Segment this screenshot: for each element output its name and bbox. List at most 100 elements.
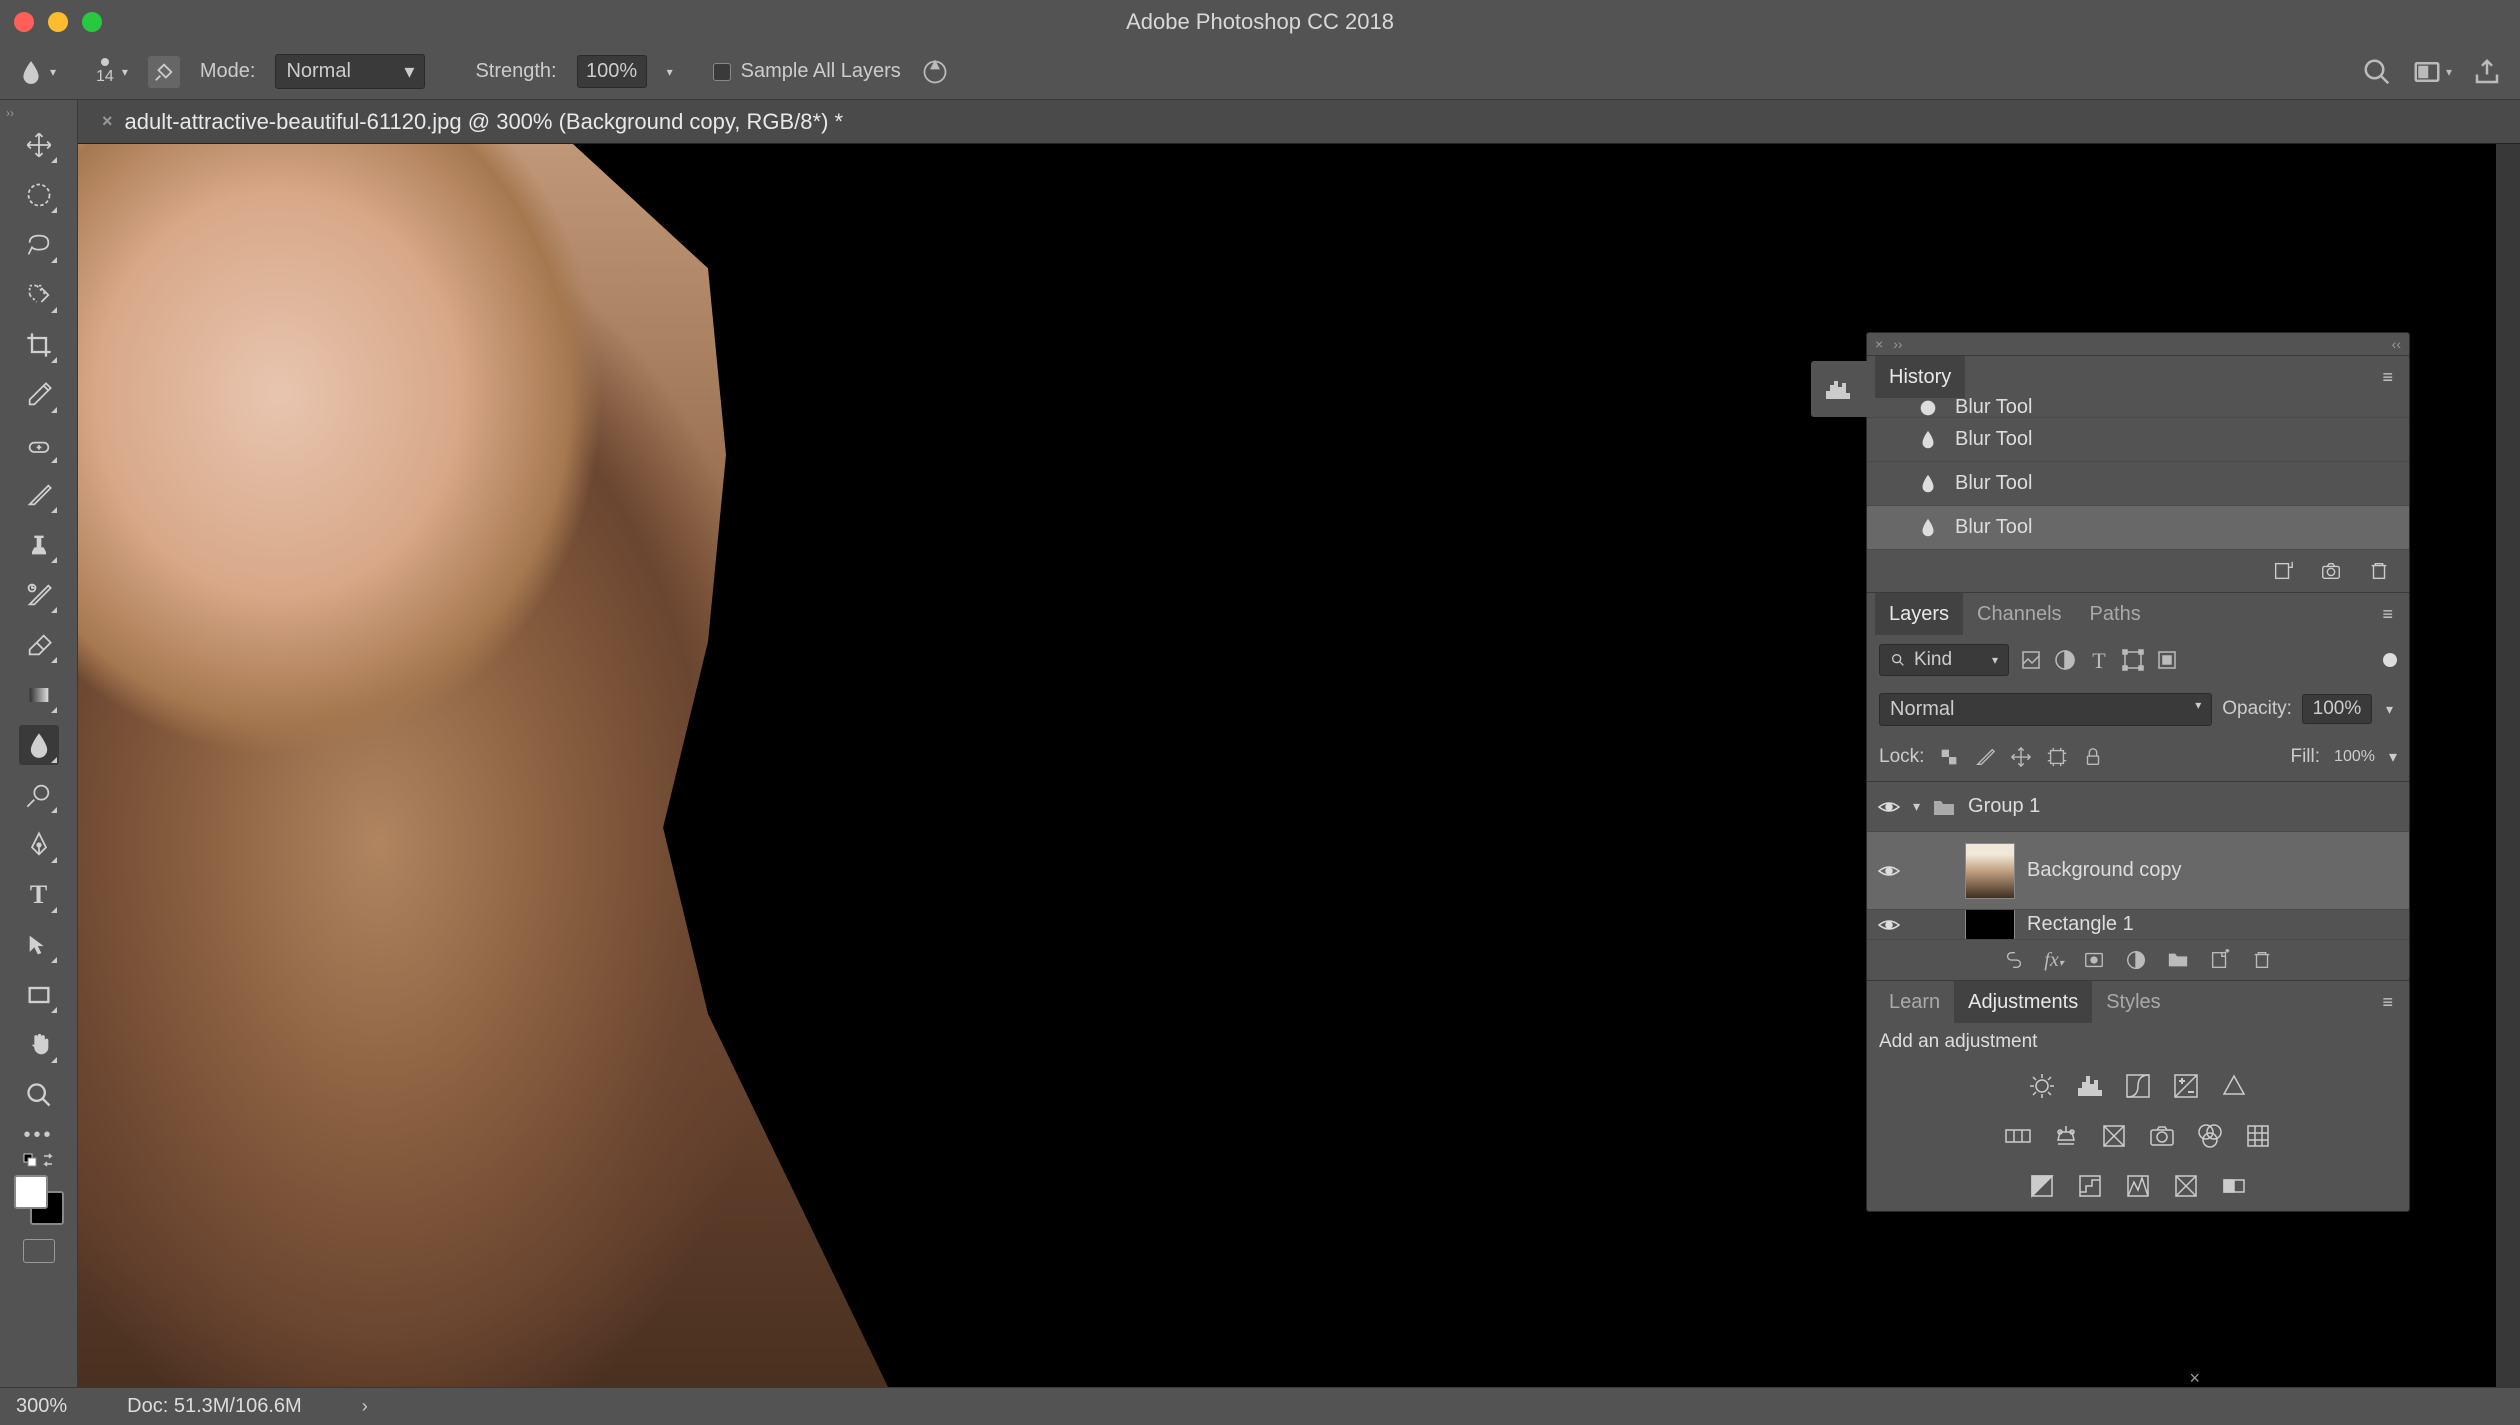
expand-group-icon[interactable]: ▾ <box>1913 798 1920 815</box>
black-white-icon[interactable] <box>2100 1122 2128 1150</box>
type-tool[interactable]: T <box>19 875 59 915</box>
history-tab[interactable]: History <box>1875 356 1965 398</box>
close-timeline-icon[interactable]: × <box>2189 1368 2200 1389</box>
filter-smart-icon[interactable] <box>2155 648 2179 672</box>
layer-row[interactable]: Background copy <box>1867 832 2409 910</box>
search-icon[interactable] <box>2362 57 2392 87</box>
selective-color-icon[interactable] <box>2172 1172 2200 1200</box>
link-layers-icon[interactable] <box>2002 949 2026 971</box>
photo-filter-icon[interactable] <box>2148 1122 2176 1150</box>
filter-kind-select[interactable]: Kind ▾ <box>1879 644 2009 676</box>
path-selection-tool[interactable] <box>19 925 59 965</box>
posterize-icon[interactable] <box>2076 1172 2104 1200</box>
clone-stamp-tool[interactable] <box>19 525 59 565</box>
new-group-icon[interactable] <box>2166 949 2190 971</box>
history-item[interactable]: Blur Tool <box>1867 398 2409 418</box>
channels-tab[interactable]: Channels <box>1963 593 2076 635</box>
swap-colors-icon[interactable] <box>41 1153 55 1167</box>
gradient-map-icon[interactable] <box>2220 1172 2248 1200</box>
screen-mode-button[interactable]: ▾ <box>2412 57 2452 87</box>
edit-toolbar-button[interactable]: ••• <box>0 1120 77 1151</box>
new-doc-from-state-icon[interactable] <box>2271 560 2295 582</box>
close-tab-button[interactable]: × <box>102 111 113 132</box>
share-icon[interactable] <box>2472 57 2502 87</box>
gradient-tool[interactable] <box>19 675 59 715</box>
invert-icon[interactable] <box>2028 1172 2056 1200</box>
trash-icon[interactable] <box>2367 560 2391 582</box>
layer-thumbnail[interactable] <box>1965 843 2015 899</box>
histogram-panel-icon[interactable] <box>1811 361 1867 417</box>
rectangle-tool[interactable] <box>19 975 59 1015</box>
paths-tab[interactable]: Paths <box>2076 593 2155 635</box>
history-item[interactable]: Blur Tool <box>1867 506 2409 550</box>
canvas-viewport[interactable]: × ›› ‹‹ History ≡ Blur Tool <box>78 144 2520 1387</box>
filter-adjustment-icon[interactable] <box>2053 648 2077 672</box>
document-tab[interactable]: × adult-attractive-beautiful-61120.jpg @… <box>88 109 857 135</box>
brightness-contrast-icon[interactable] <box>2028 1072 2056 1100</box>
channel-mixer-icon[interactable] <box>2196 1122 2224 1150</box>
mode-select[interactable]: Normal ▾ <box>275 54 425 89</box>
dodge-tool[interactable] <box>19 775 59 815</box>
layer-group-row[interactable]: ▾ Group 1 <box>1867 782 2409 832</box>
pen-tool[interactable] <box>19 825 59 865</box>
levels-icon[interactable] <box>2076 1072 2104 1100</box>
tool-preset-picker[interactable]: ▾ <box>18 59 56 85</box>
opacity-input[interactable]: 100% <box>2302 694 2372 724</box>
close-window-button[interactable] <box>14 12 34 32</box>
color-balance-icon[interactable] <box>2052 1122 2080 1150</box>
healing-tool[interactable] <box>19 425 59 465</box>
panel-menu-icon[interactable]: ≡ <box>2374 604 2401 625</box>
filter-pixel-icon[interactable] <box>2019 648 2043 672</box>
close-panel-icon[interactable]: × <box>1875 336 1883 352</box>
caret-down-icon[interactable]: ▾ <box>667 65 673 79</box>
lock-all-icon[interactable] <box>2082 746 2104 768</box>
new-layer-icon[interactable] <box>2208 949 2232 971</box>
vertical-scrollbar[interactable] <box>2496 144 2520 1387</box>
lock-artboard-icon[interactable] <box>2046 746 2068 768</box>
learn-tab[interactable]: Learn <box>1875 981 1954 1023</box>
visibility-icon[interactable] <box>1877 913 1901 937</box>
brush-tool[interactable] <box>19 475 59 515</box>
fill-input[interactable]: 100% <box>2334 748 2375 766</box>
quick-mask-button[interactable] <box>23 1239 55 1263</box>
history-brush-tool[interactable] <box>19 575 59 615</box>
filter-shape-icon[interactable] <box>2121 648 2145 672</box>
hand-tool[interactable] <box>19 1025 59 1065</box>
adjustment-layer-icon[interactable] <box>2124 949 2148 971</box>
layer-style-icon[interactable]: fx▾ <box>2044 949 2063 972</box>
curves-icon[interactable] <box>2124 1072 2152 1100</box>
foreground-background-colors[interactable] <box>14 1175 64 1225</box>
blend-mode-select[interactable]: Normal ▾ <box>1879 693 2212 726</box>
quick-selection-tool[interactable] <box>19 275 59 315</box>
lasso-tool[interactable] <box>19 225 59 265</box>
default-colors-icon[interactable] <box>23 1153 37 1167</box>
maximize-window-button[interactable] <box>82 12 102 32</box>
visibility-icon[interactable] <box>1877 795 1901 819</box>
snapshot-icon[interactable] <box>2319 560 2343 582</box>
history-item[interactable]: Blur Tool <box>1867 462 2409 506</box>
brush-preset-picker[interactable]: 14 ▾ <box>96 58 128 86</box>
doc-size-info[interactable]: Doc: 51.3M/106.6M <box>127 1395 302 1418</box>
caret-down-icon[interactable]: ▾ <box>2382 701 2397 718</box>
panel-menu-icon[interactable]: ≡ <box>2374 367 2401 388</box>
styles-tab[interactable]: Styles <box>2092 981 2174 1023</box>
trash-icon[interactable] <box>2250 949 2274 971</box>
eraser-tool[interactable] <box>19 625 59 665</box>
filter-type-icon[interactable]: T <box>2087 648 2111 672</box>
layer-row[interactable]: Rectangle 1 <box>1867 910 2409 940</box>
color-lookup-icon[interactable] <box>2244 1122 2272 1150</box>
marquee-tool[interactable] <box>19 175 59 215</box>
history-item[interactable]: Blur Tool <box>1867 418 2409 462</box>
foreground-color-swatch[interactable] <box>14 1175 48 1209</box>
lock-image-icon[interactable] <box>1974 746 1996 768</box>
brush-settings-button[interactable] <box>148 56 180 88</box>
pressure-size-icon[interactable] <box>921 58 949 86</box>
lock-position-icon[interactable] <box>2010 746 2032 768</box>
expand-panel-icon[interactable]: ›› <box>1893 336 1902 352</box>
crop-tool[interactable] <box>19 325 59 365</box>
visibility-icon[interactable] <box>1877 859 1901 883</box>
threshold-icon[interactable] <box>2124 1172 2152 1200</box>
filter-toggle[interactable] <box>2383 653 2397 667</box>
sample-all-layers-checkbox[interactable]: Sample All Layers <box>713 60 901 83</box>
minimize-window-button[interactable] <box>48 12 68 32</box>
